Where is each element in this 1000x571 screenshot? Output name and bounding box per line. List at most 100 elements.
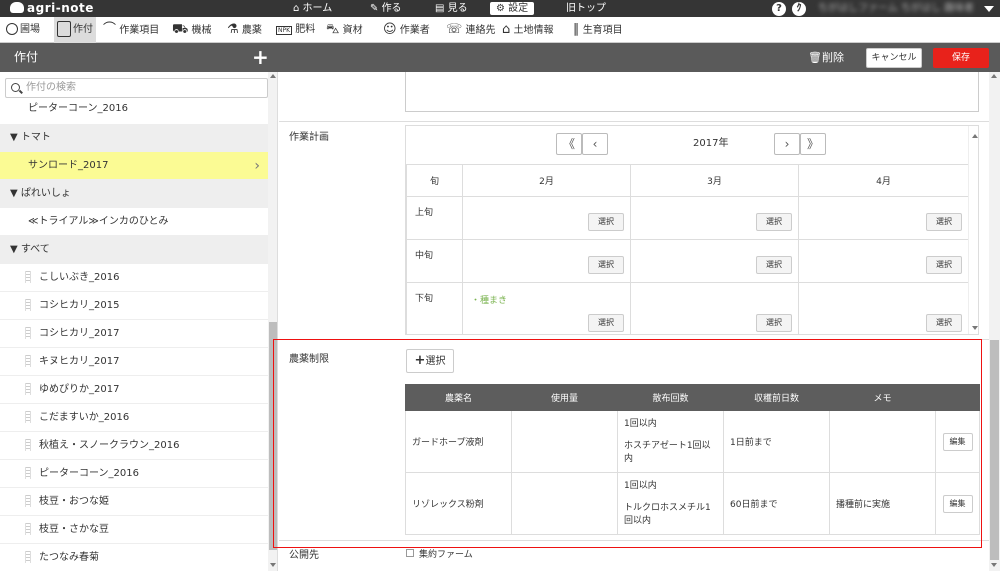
scrollbar-thumb[interactable]	[990, 340, 999, 560]
column-header: 散布回数	[617, 384, 724, 411]
list-item[interactable]: 枝豆・さかな豆	[0, 516, 268, 544]
edit-button[interactable]: 編集	[942, 432, 973, 451]
drag-handle-icon[interactable]	[25, 495, 31, 507]
scroll-up-icon[interactable]	[270, 74, 276, 78]
public-checkbox[interactable]	[406, 549, 414, 557]
select-button[interactable]: 選択	[756, 213, 792, 231]
crop-search-input[interactable]: 作付の検索	[5, 78, 268, 98]
select-button[interactable]: 選択	[926, 256, 962, 274]
public-label: 公開先	[289, 550, 319, 561]
drag-handle-icon[interactable]	[25, 383, 31, 395]
plan-label: 作業計画	[289, 132, 329, 143]
nav-view[interactable]: ▤ 見る	[435, 0, 468, 17]
select-button[interactable]: 選択	[588, 213, 624, 231]
seed-event[interactable]: ・種まき	[471, 293, 507, 306]
list-item[interactable]: ゆめぴりか_2017	[0, 376, 268, 404]
scroll-down-icon[interactable]	[270, 563, 276, 567]
drag-handle-icon[interactable]	[25, 271, 31, 283]
last-year-button[interactable]: 》	[800, 133, 826, 155]
list-item[interactable]: こだますいか_2016	[0, 404, 268, 432]
group-tomato[interactable]: ▼ トマト	[0, 124, 268, 152]
save-button[interactable]: 保存	[933, 48, 989, 68]
scrollbar-thumb[interactable]	[269, 322, 277, 550]
cancel-button[interactable]: キャンセル	[866, 48, 922, 68]
edit-button[interactable]: 編集	[942, 494, 973, 513]
search-icon	[11, 83, 20, 92]
app-logo[interactable]: agri-note	[10, 1, 94, 15]
drag-handle-icon[interactable]	[25, 467, 31, 479]
group-potato[interactable]: ▼ ぱれいしょ	[0, 180, 268, 208]
menu-pesticide[interactable]: ⚗ 農薬	[227, 17, 262, 43]
main-scrollbar[interactable]	[989, 72, 1000, 571]
list-item[interactable]: 秋植え・スノークラウン_2016	[0, 432, 268, 460]
user-icon[interactable]: ｸ	[792, 2, 806, 16]
list-item-label: 枝豆・おつな姫	[39, 496, 109, 507]
menu-contact[interactable]: ☏ 連絡先	[446, 17, 495, 43]
nav-settings[interactable]: ⚙ 設定	[490, 2, 535, 15]
menu-field[interactable]: 圃場	[6, 17, 40, 43]
list-item[interactable]: コシヒカリ_2017	[0, 320, 268, 348]
menu-growth-item[interactable]: ∥ 生育項目	[573, 17, 623, 43]
menu-material[interactable]: ⛍ 資材	[326, 17, 363, 43]
pesticide-table: 農薬名 使用量 散布回数 収穫前日数 メモ ガードホープ液剤 1回以内 ホスチアゼ…	[405, 384, 980, 535]
menu-crop[interactable]: 作付	[54, 17, 96, 43]
chevron-down-icon[interactable]	[984, 6, 994, 12]
period-label: 中旬	[406, 239, 463, 283]
next-year-button[interactable]: ›	[774, 133, 800, 155]
select-button[interactable]: 選択	[756, 256, 792, 274]
list-item[interactable]: コシヒカリ_2015	[0, 292, 268, 320]
delete-button[interactable]: 🗑削除	[808, 43, 844, 72]
list-item-label: ゆめぴりか_2017	[39, 384, 120, 395]
list-item[interactable]: こしいぶき_2016	[0, 264, 268, 292]
nav-home[interactable]: ⌂ ホーム	[293, 0, 332, 17]
drag-handle-icon[interactable]	[25, 551, 31, 563]
drag-handle-icon[interactable]	[25, 439, 31, 451]
list-item-selected[interactable]: サンロード_2017 ›	[0, 152, 268, 180]
list-item[interactable]: ピーターコーン_2016	[0, 98, 268, 122]
list-item[interactable]: ピーターコーン_2016	[0, 460, 268, 488]
list-item-label: ≪トライアル≫インカのひとみ	[28, 216, 169, 227]
plan-scrollbar[interactable]	[968, 126, 978, 334]
drag-handle-icon[interactable]	[25, 327, 31, 339]
nav-old-top[interactable]: 旧トップ	[566, 0, 606, 17]
group-all[interactable]: ▼ すべて	[0, 236, 268, 264]
memo-textarea[interactable]	[405, 72, 979, 112]
prev-year-button[interactable]: ‹	[582, 133, 608, 155]
add-pesticide-button[interactable]: +選択	[406, 349, 454, 373]
list-item[interactable]: たつなみ春菊	[0, 544, 268, 571]
scroll-down-icon[interactable]	[972, 326, 978, 330]
drag-handle-icon[interactable]	[25, 355, 31, 367]
select-button[interactable]: 選択	[926, 314, 962, 332]
first-year-button[interactable]: 《	[556, 133, 582, 155]
menu-land-info[interactable]: ⌂ 土地情報	[502, 17, 553, 43]
drag-handle-icon[interactable]	[25, 411, 31, 423]
nav-make[interactable]: ✎ 作る	[370, 0, 402, 17]
count-limit: 1回以内	[624, 418, 657, 429]
select-button[interactable]: 選択	[588, 256, 624, 274]
menu-machine[interactable]: ⛟ 機械	[172, 17, 212, 43]
add-crop-button[interactable]: +	[252, 46, 269, 68]
tractor-icon: ⛟	[172, 22, 189, 37]
drag-handle-icon[interactable]	[25, 299, 31, 311]
group-label: ▼ すべて	[10, 244, 50, 255]
sidebar-scrollbar[interactable]	[268, 72, 277, 571]
scroll-up-icon[interactable]	[972, 134, 978, 138]
help-icon[interactable]: ?	[772, 2, 786, 16]
list-item[interactable]: 枝豆・おつな姫	[0, 488, 268, 516]
menu-work-item[interactable]: ⌒ 作業項目	[103, 17, 159, 43]
pesticide-days: 1日前まで	[723, 410, 830, 473]
scroll-down-icon[interactable]	[991, 563, 997, 567]
select-button[interactable]: 選択	[588, 314, 624, 332]
menu-fertilizer[interactable]: NPK 肥料	[276, 17, 315, 43]
drag-handle-icon[interactable]	[25, 523, 31, 535]
public-option-label: 集約ファーム	[419, 550, 473, 560]
menu-worker[interactable]: ☺ 作業者	[383, 17, 430, 43]
list-item-label: こだますいか_2016	[39, 412, 130, 423]
list-item[interactable]: ≪トライアル≫インカのひとみ	[0, 208, 268, 236]
column-header: メモ	[829, 384, 936, 411]
list-item[interactable]: キヌヒカリ_2017	[0, 348, 268, 376]
scroll-up-icon[interactable]	[991, 74, 997, 78]
select-button[interactable]: 選択	[756, 314, 792, 332]
select-button[interactable]: 選択	[926, 213, 962, 231]
